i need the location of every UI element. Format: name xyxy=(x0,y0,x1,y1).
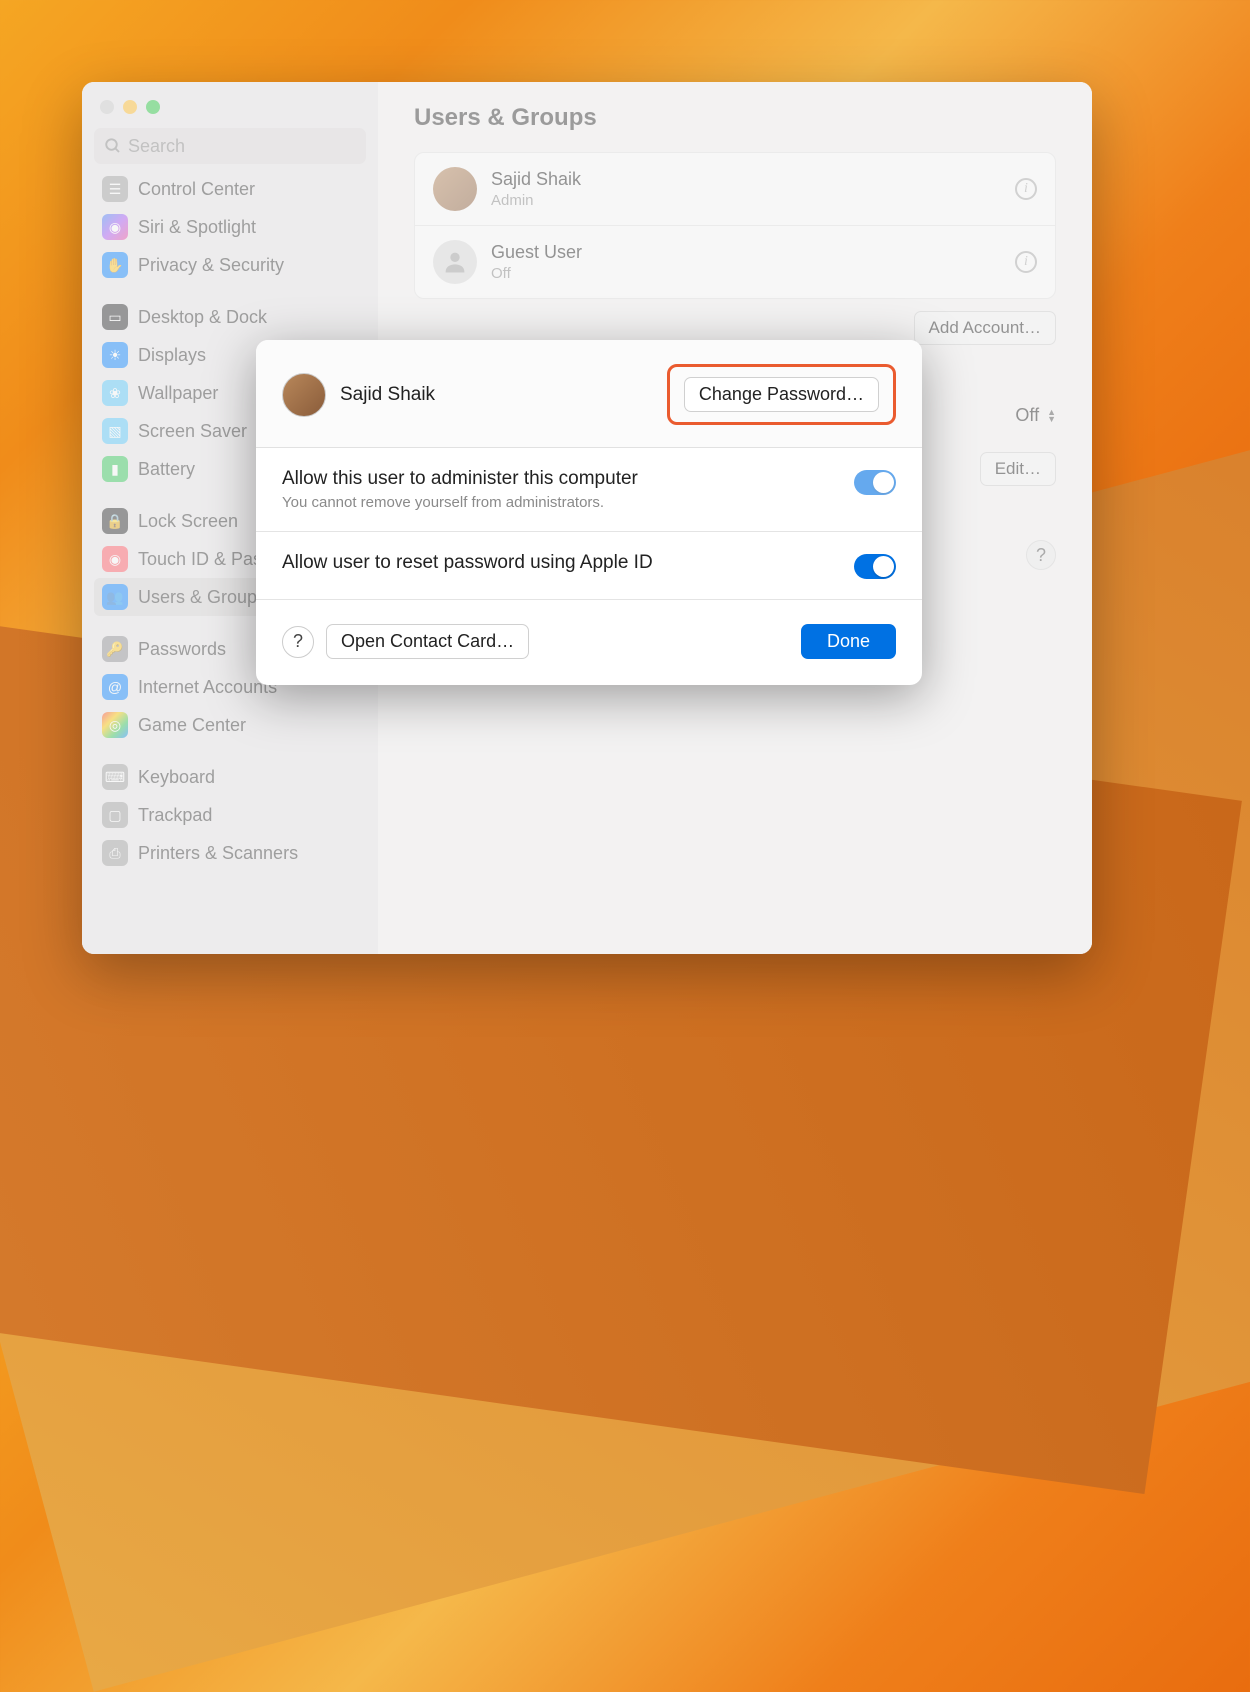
sidebar-item-keyboard[interactable]: ⌨ Keyboard xyxy=(94,758,366,796)
trackpad-icon: ▢ xyxy=(102,802,128,828)
reset-password-toggle[interactable] xyxy=(854,554,896,579)
sidebar-item-label: Screen Saver xyxy=(138,421,247,442)
info-icon[interactable]: i xyxy=(1015,251,1037,273)
sidebar-item-printers[interactable]: ⎙ Printers & Scanners xyxy=(94,834,366,872)
user-row[interactable]: Sajid Shaik Admin i xyxy=(415,153,1055,226)
lock-icon: 🔒 xyxy=(102,508,128,534)
touchid-icon: ◉ xyxy=(102,546,128,572)
admin-toggle[interactable] xyxy=(854,470,896,495)
displays-icon: ☀ xyxy=(102,342,128,368)
sidebar-item-label: Control Center xyxy=(138,179,255,200)
window-controls xyxy=(100,100,366,114)
sidebar-item-desktop[interactable]: ▭ Desktop & Dock xyxy=(94,298,366,336)
annotation-highlight: Change Password… xyxy=(667,364,896,425)
sidebar-item-label: Wallpaper xyxy=(138,383,218,404)
sidebar-item-label: Users & Groups xyxy=(138,587,266,608)
reset-password-toggle-label: Allow user to reset password using Apple… xyxy=(282,552,854,574)
sidebar-item-siri[interactable]: ◉ Siri & Spotlight xyxy=(94,208,366,246)
printers-icon: ⎙ xyxy=(102,840,128,866)
user-name: Sajid Shaik xyxy=(491,169,1015,190)
avatar xyxy=(433,240,477,284)
admin-toggle-subtext: You cannot remove yourself from administ… xyxy=(282,494,854,511)
users-icon: 👥 xyxy=(102,584,128,610)
page-title: Users & Groups xyxy=(414,104,1056,132)
sidebar-item-label: Displays xyxy=(138,345,206,366)
sidebar-item-label: Desktop & Dock xyxy=(138,307,267,328)
internet-icon: @ xyxy=(102,674,128,700)
privacy-icon: ✋ xyxy=(102,252,128,278)
sidebar-item-gamecenter[interactable]: ◎ Game Center xyxy=(94,706,366,744)
open-contact-card-button[interactable]: Open Contact Card… xyxy=(326,624,529,659)
wallpaper-icon: ❀ xyxy=(102,380,128,406)
modal-help-button[interactable]: ? xyxy=(282,626,314,658)
modal-avatar xyxy=(282,373,326,417)
screensaver-icon: ▧ xyxy=(102,418,128,444)
user-row[interactable]: Guest User Off i xyxy=(415,226,1055,298)
search-input[interactable] xyxy=(94,128,366,164)
updown-icon[interactable]: ▲▼ xyxy=(1047,409,1056,423)
siri-icon: ◉ xyxy=(102,214,128,240)
help-button[interactable]: ? xyxy=(1026,540,1056,570)
user-role: Off xyxy=(491,265,1015,282)
gamecenter-icon: ◎ xyxy=(102,712,128,738)
user-detail-modal: Sajid Shaik Change Password… Allow this … xyxy=(256,340,922,685)
done-button[interactable]: Done xyxy=(801,624,896,659)
avatar xyxy=(433,167,477,211)
control-icon: ☰ xyxy=(102,176,128,202)
info-icon[interactable]: i xyxy=(1015,178,1037,200)
close-window-button[interactable] xyxy=(100,100,114,114)
sidebar-item-label: Passwords xyxy=(138,639,226,660)
sidebar-item-label: Game Center xyxy=(138,715,246,736)
keyboard-icon: ⌨ xyxy=(102,764,128,790)
sidebar-item-label: Lock Screen xyxy=(138,511,238,532)
sidebar-item-label: Privacy & Security xyxy=(138,255,284,276)
sidebar-item-label: Battery xyxy=(138,459,195,480)
user-role: Admin xyxy=(491,192,1015,209)
change-password-button[interactable]: Change Password… xyxy=(684,377,879,412)
sidebar-item-label: Trackpad xyxy=(138,805,212,826)
admin-toggle-label: Allow this user to administer this compu… xyxy=(282,468,854,490)
battery-icon: ▮ xyxy=(102,456,128,482)
sidebar-item-privacy[interactable]: ✋ Privacy & Security xyxy=(94,246,366,284)
users-card: Sajid Shaik Admin i Guest User Off i xyxy=(414,152,1056,299)
sidebar-item-trackpad[interactable]: ▢ Trackpad xyxy=(94,796,366,834)
passwords-icon: 🔑 xyxy=(102,636,128,662)
add-account-button[interactable]: Add Account… xyxy=(914,311,1056,345)
sidebar-item-control[interactable]: ☰ Control Center xyxy=(94,170,366,208)
auto-login-value[interactable]: Off xyxy=(1015,405,1039,426)
sidebar-item-label: Printers & Scanners xyxy=(138,843,298,864)
sidebar-item-label: Siri & Spotlight xyxy=(138,217,256,238)
sidebar-item-label: Keyboard xyxy=(138,767,215,788)
zoom-window-button[interactable] xyxy=(146,100,160,114)
desktop-icon: ▭ xyxy=(102,304,128,330)
edit-button[interactable]: Edit… xyxy=(980,452,1056,486)
search-icon xyxy=(104,137,122,155)
sidebar-item-label: Internet Accounts xyxy=(138,677,277,698)
user-name: Guest User xyxy=(491,242,1015,263)
minimize-window-button[interactable] xyxy=(123,100,137,114)
modal-user-name: Sajid Shaik xyxy=(340,384,667,406)
